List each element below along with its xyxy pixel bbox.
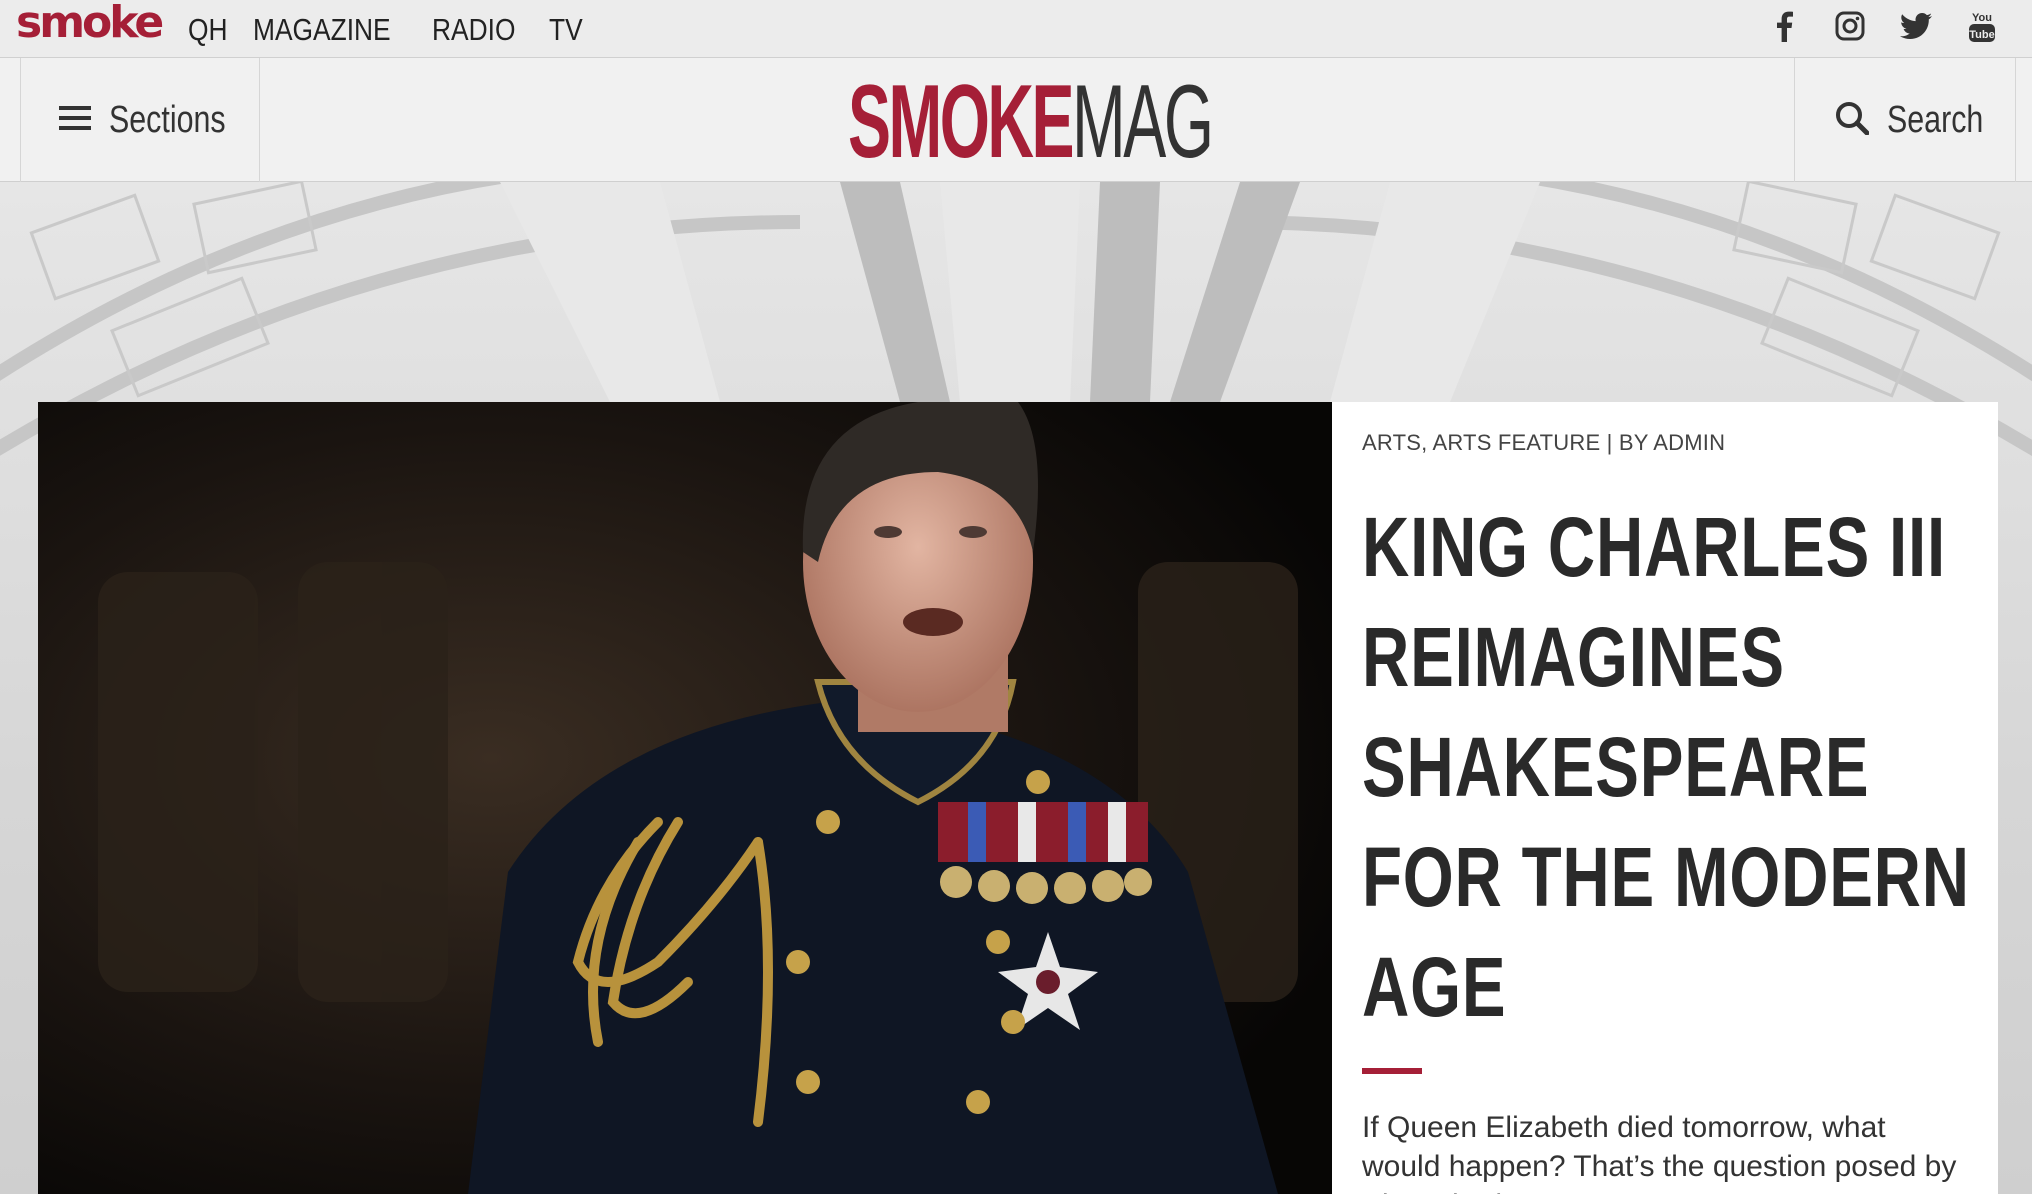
logo-smoke: SMOKE — [848, 64, 1075, 180]
search-label: Search — [1887, 98, 1984, 141]
site-logo[interactable]: SMOKEMAG — [848, 70, 1214, 174]
youtube-icon[interactable]: You Tube — [1964, 8, 2000, 44]
article-excerpt: If Queen Elizabeth died tomorrow, what w… — [1362, 1111, 1957, 1194]
article-meta[interactable]: ARTS, ARTS FEATURE | BY ADMIN — [1362, 430, 1968, 456]
svg-text:Tube: Tube — [1969, 29, 1994, 41]
instagram-icon[interactable] — [1832, 8, 1868, 44]
brand-logo[interactable]: smoke — [16, 0, 164, 50]
top-nav: QH MAGAZINE RADIO TV — [188, 12, 582, 48]
facebook-icon[interactable] — [1766, 8, 1802, 44]
accent-rule — [1362, 1068, 1422, 1074]
feature-card: ARTS, ARTS FEATURE | BY ADMIN KING CHARL… — [1332, 402, 1998, 1194]
twitter-icon[interactable] — [1898, 8, 1934, 44]
article-headline[interactable]: KING CHARLES III REIMAGINES SHAKESPEARE … — [1362, 492, 1978, 1042]
top-bar: smoke QH MAGAZINE RADIO TV You Tube — [0, 0, 2032, 58]
search-icon — [1835, 101, 1870, 140]
feature-image[interactable] — [38, 402, 1332, 1194]
nav-qh[interactable]: QH — [188, 12, 228, 48]
nav-magazine[interactable]: MAGAZINE — [253, 12, 391, 48]
svg-text:You: You — [1972, 12, 1992, 24]
sections-button[interactable]: Sections — [20, 58, 260, 182]
site-header: Sections SMOKEMAG Search — [0, 58, 2032, 182]
sections-label: Sections — [109, 98, 226, 141]
social-links: You Tube — [1766, 8, 2000, 44]
nav-tv[interactable]: TV — [549, 12, 583, 48]
nav-radio[interactable]: RADIO — [432, 12, 515, 48]
logo-mag: MAG — [1072, 64, 1214, 180]
hamburger-icon — [59, 105, 91, 136]
search-button[interactable]: Search — [1794, 58, 2016, 182]
